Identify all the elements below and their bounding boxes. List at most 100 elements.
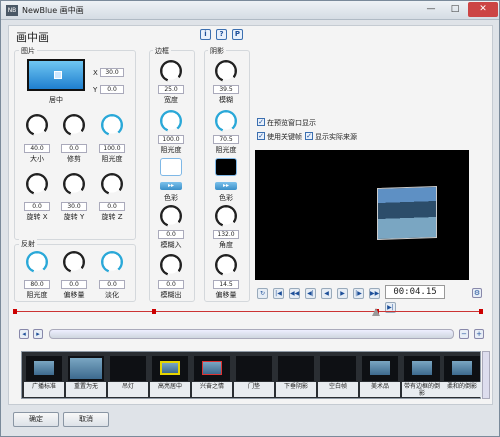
shadow-color-label: 色彩 <box>219 194 233 202</box>
preset-label: 美术品 <box>360 382 400 397</box>
reflection-opacity-knob[interactable] <box>26 251 48 273</box>
shadow-offset-value[interactable]: 14.5 <box>213 280 239 289</box>
opacity-knob[interactable] <box>101 114 123 136</box>
crop-value[interactable]: 0.0 <box>61 144 87 153</box>
border-blur-out-value[interactable]: 0.0 <box>158 280 184 289</box>
border-width-knob[interactable] <box>160 60 182 82</box>
prev-keyframe-button[interactable]: ◀◀ <box>289 288 300 299</box>
shadow-color-picker-button[interactable]: ▸▸ <box>215 182 237 190</box>
rotate-z-value[interactable]: 0.0 <box>99 202 125 211</box>
rotate-y-knob[interactable] <box>63 173 85 195</box>
preset-item[interactable]: 柔和的倒影 <box>442 354 482 397</box>
preview-picture <box>377 185 437 241</box>
border-width-value[interactable]: 25.0 <box>158 85 184 94</box>
shadow-angle-value[interactable]: 132.0 <box>213 230 239 239</box>
loop-button[interactable]: ↻ <box>257 288 268 299</box>
minimize-button[interactable]: — <box>419 2 443 17</box>
ok-button[interactable]: 确定 <box>13 412 59 427</box>
preset-item[interactable]: 广播标准 <box>24 354 64 397</box>
preset-item[interactable]: 兴奋之情 <box>192 354 232 397</box>
preset-scrollbar[interactable] <box>482 351 490 399</box>
next-keyframe-button[interactable]: ▶▶ <box>369 288 380 299</box>
preset-item[interactable]: 重置为无 <box>66 354 106 397</box>
preset-thumbnail <box>194 356 230 381</box>
preset-item[interactable]: 美术品 <box>360 354 400 397</box>
border-opacity-knob[interactable] <box>160 110 182 132</box>
border-opacity-value[interactable]: 100.0 <box>158 135 184 144</box>
preset-item[interactable]: 空白帧 <box>318 354 358 397</box>
timeline-track[interactable] <box>13 311 483 312</box>
position-pad[interactable] <box>27 59 85 91</box>
window-title: NewBlue 画中画 <box>22 6 84 15</box>
show-source-checkbox[interactable]: ✓ <box>305 132 313 140</box>
size-value[interactable]: 40.0 <box>24 144 50 153</box>
scroll-left-button[interactable]: ◂ <box>19 329 29 339</box>
shadow-blur-value[interactable]: 39.5 <box>213 85 239 94</box>
y-value[interactable]: 0.0 <box>100 85 124 94</box>
go-start-button[interactable]: |◀ <box>273 288 284 299</box>
shadow-offset-knob[interactable] <box>215 254 237 276</box>
scroll-right-button[interactable]: ▸ <box>33 329 43 339</box>
use-keyframes-checkbox[interactable]: ✓ <box>257 132 265 140</box>
settings-icon[interactable]: ⚙ <box>472 288 482 298</box>
preset-thumbnail <box>236 356 272 381</box>
zoom-out-button[interactable]: − <box>459 329 469 339</box>
rotate-x-knob[interactable] <box>26 173 48 195</box>
preset-item[interactable]: 高亮居中 <box>150 354 190 397</box>
border-group-label: 边框 <box>153 46 171 56</box>
keyframe-marker[interactable] <box>13 309 17 314</box>
shadow-blur-knob[interactable] <box>215 60 237 82</box>
step-forward-button[interactable]: |▶ <box>353 288 364 299</box>
border-blur-in-knob[interactable] <box>160 205 182 227</box>
reflection-offset-knob[interactable] <box>63 251 85 273</box>
reverse-button[interactable]: ◀ <box>321 288 332 299</box>
reflection-fade-value[interactable]: 0.0 <box>99 280 125 289</box>
reflection-offset-value[interactable]: 0.0 <box>61 280 87 289</box>
preset-item[interactable]: 下垂阴影 <box>276 354 316 397</box>
rotate-x-label: 旋转 X <box>26 213 48 221</box>
crop-knob[interactable] <box>63 114 85 136</box>
step-back-button[interactable]: ◀| <box>305 288 316 299</box>
opacity-value[interactable]: 100.0 <box>99 144 125 153</box>
preset-button[interactable]: P <box>232 29 243 40</box>
shadow-opacity-value[interactable]: 70.5 <box>213 135 239 144</box>
keyframe-marker[interactable] <box>152 309 156 314</box>
border-color-swatch[interactable] <box>160 158 182 176</box>
size-knob[interactable] <box>26 114 48 136</box>
play-button[interactable]: ▶ <box>337 288 348 299</box>
border-blur-in-value[interactable]: 0.0 <box>158 230 184 239</box>
rotate-x-value[interactable]: 0.0 <box>24 202 50 211</box>
timeline-scrollbar[interactable] <box>49 329 454 339</box>
border-color-picker-button[interactable]: ▸▸ <box>160 182 182 190</box>
maximize-button[interactable]: □ <box>443 2 467 17</box>
rotate-y-value[interactable]: 30.0 <box>61 202 87 211</box>
close-button[interactable]: ✕ <box>468 2 498 17</box>
preset-item[interactable]: 带有边框的倒影 <box>402 354 442 397</box>
shadow-blur-label: 模糊 <box>219 96 233 104</box>
position-handle[interactable] <box>54 71 62 79</box>
rotate-z-label: 旋转 Z <box>101 213 123 221</box>
title-bar: NB NewBlue 画中画 — □ ✕ <box>1 1 499 20</box>
reflection-opacity-value[interactable]: 80.0 <box>24 280 50 289</box>
shadow-color-swatch[interactable] <box>215 158 237 176</box>
help-button[interactable]: ? <box>216 29 227 40</box>
zoom-in-button[interactable]: + <box>474 329 484 339</box>
preset-strip: 广播标准 重置为无 吊灯 高亮居中 兴奋之情 门垫 下垂阴影 空白帧 美术品 带… <box>21 351 482 399</box>
app-icon: NB <box>6 5 18 16</box>
show-in-preview-checkbox[interactable]: ✓ <box>257 118 265 126</box>
keyframe-marker[interactable] <box>479 309 483 314</box>
preset-label: 高亮居中 <box>150 382 190 397</box>
cancel-button[interactable]: 取消 <box>63 412 109 427</box>
preset-item[interactable]: 吊灯 <box>108 354 148 397</box>
shadow-opacity-label: 阻光度 <box>215 146 237 154</box>
shadow-opacity-knob[interactable] <box>215 110 237 132</box>
reflection-fade-knob[interactable] <box>101 251 123 273</box>
preset-item[interactable]: 门垫 <box>234 354 274 397</box>
shadow-angle-knob[interactable] <box>215 205 237 227</box>
border-blur-out-knob[interactable] <box>160 254 182 276</box>
x-value[interactable]: 30.0 <box>100 68 124 77</box>
info-button[interactable]: i <box>200 29 211 40</box>
preview-window <box>255 150 469 280</box>
reflection-group-label: 反射 <box>19 239 37 249</box>
rotate-z-knob[interactable] <box>101 173 123 195</box>
